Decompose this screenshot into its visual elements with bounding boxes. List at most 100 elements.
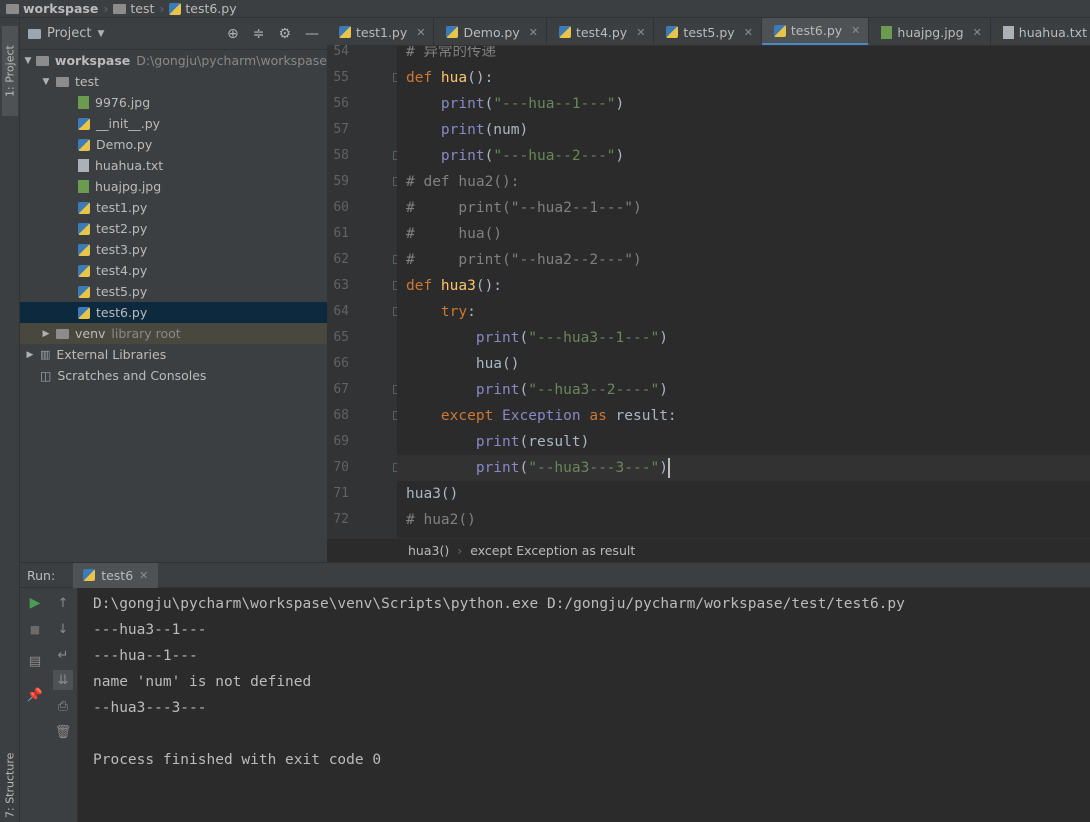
nav-crumb-workspase[interactable]: workspase [6, 1, 98, 16]
chevron-down-icon[interactable]: ▼ [40, 77, 52, 87]
code-line[interactable]: print("--hua3---3---") [397, 455, 1090, 481]
left-tool-strip: 1: Project 7: Structure [0, 18, 20, 822]
minimize-icon[interactable]: — [305, 26, 319, 42]
code-line[interactable]: # hua2() [397, 507, 476, 533]
project-panel-header: Project ▼ ⊕ ≑ ⚙ — [20, 18, 327, 50]
tree-item-external-libraries[interactable]: ▶ ▥ External Libraries [20, 344, 327, 365]
scroll-to-end-icon[interactable]: ⇊ [53, 670, 73, 690]
folder-icon [56, 328, 69, 339]
stop-icon[interactable]: ■ [25, 619, 45, 639]
breadcrumb-item[interactable]: except Exception as result [470, 543, 635, 558]
chevron-down-icon[interactable]: ▼ [97, 29, 104, 39]
python-file-icon [169, 2, 182, 15]
code-line[interactable]: hua3() [397, 481, 458, 507]
tab-test6-py[interactable]: test6.py ✕ [761, 18, 870, 45]
close-icon[interactable]: ✕ [851, 24, 860, 37]
tree-item-file[interactable]: 9976.jpg [20, 92, 327, 113]
code-line[interactable]: print("--hua3--2----") [397, 377, 668, 403]
chevron-right-icon[interactable]: ▶ [40, 329, 52, 339]
tree-item-file[interactable]: Demo.py [20, 134, 327, 155]
tab-huajpg-jpg[interactable]: huajpg.jpg ✕ [869, 18, 991, 45]
editor-gutter: 54 55 56 57 58 59 60 61 62 63 64 65 66 67 68 69 70 71 72 [327, 44, 402, 538]
line-number: 55 [333, 70, 349, 85]
tab-demo-py[interactable]: Demo.py ✕ [434, 18, 547, 45]
image-file-icon [78, 96, 89, 109]
python-file-icon [773, 24, 786, 37]
layout-icon[interactable]: ▤ [25, 651, 45, 671]
code-line[interactable]: # 异常的传递 [397, 46, 496, 65]
close-icon[interactable]: ✕ [973, 26, 982, 39]
code-line[interactable]: except Exception as result: [397, 403, 677, 429]
tree-item-scratches[interactable]: ◫ Scratches and Consoles [20, 365, 327, 386]
tree-item-file-selected[interactable]: test6.py [20, 302, 327, 323]
tab-huahua-txt[interactable]: huahua.txt✕ [991, 18, 1090, 45]
structure-tool-tab[interactable]: 7: Structure [2, 748, 18, 822]
project-tool-tab[interactable]: 1: Project [2, 26, 18, 116]
rerun-icon[interactable]: ▶ [25, 593, 45, 613]
close-icon[interactable]: ✕ [139, 569, 148, 582]
close-icon[interactable]: ✕ [529, 26, 538, 39]
tree-item-file[interactable]: test5.py [20, 281, 327, 302]
close-icon[interactable]: ✕ [416, 26, 425, 39]
code-line[interactable]: # print("--hua2--2---") [397, 247, 642, 273]
tree-item-test[interactable]: ▼ test [20, 71, 327, 92]
soft-wrap-icon[interactable]: ↵ [53, 645, 73, 665]
code-line[interactable]: print(num) [397, 117, 528, 143]
tree-item-file[interactable]: test3.py [20, 239, 327, 260]
code-line[interactable]: hua() [397, 351, 520, 377]
tab-test5-py[interactable]: test5.py ✕ [654, 18, 762, 45]
code-line[interactable]: def hua3(): [397, 273, 502, 299]
run-console[interactable]: D:\gongju\pycharm\workspase\venv\Scripts… [78, 588, 1090, 822]
code-line[interactable]: print("---hua--1---") [397, 91, 624, 117]
chevron-right-icon[interactable]: ▶ [24, 350, 36, 360]
line-number: 65 [333, 330, 349, 345]
code-editor[interactable]: # 异常的传递 def hua(): print("---hua--1---") … [397, 46, 1090, 538]
console-line: ---hua3--1--- [93, 622, 207, 638]
code-line[interactable]: # hua() [397, 221, 502, 247]
tree-item-file[interactable]: test1.py [20, 197, 327, 218]
code-line[interactable]: try: [397, 299, 476, 325]
code-line[interactable]: print("---hua3--1---") [397, 325, 668, 351]
line-number: 62 [333, 252, 349, 267]
project-panel: Project ▼ ⊕ ≑ ⚙ — ▼ workspase D:\gongju\p… [20, 18, 327, 562]
arrow-down-icon[interactable]: ↓ [53, 619, 73, 639]
code-line[interactable]: print("---hua--2---") [397, 143, 624, 169]
tree-item-venv[interactable]: ▶ venv library root [20, 323, 327, 344]
trash-icon[interactable]: 🗑 [53, 722, 73, 742]
code-line[interactable]: # print("--hua2--1---") [397, 195, 642, 221]
nav-crumb-test[interactable]: test [113, 1, 154, 16]
chevron-down-icon[interactable]: ▼ [24, 56, 32, 66]
tree-item-file[interactable]: test2.py [20, 218, 327, 239]
locate-icon[interactable]: ⊕ [227, 26, 239, 42]
code-breadcrumb: hua3() › except Exception as result [327, 538, 1090, 562]
print-icon[interactable]: ⎙ [53, 696, 73, 716]
code-line[interactable]: def hua(): [397, 65, 493, 91]
tree-item-workspase[interactable]: ▼ workspase D:\gongju\pycharm\workspase [20, 50, 327, 71]
project-panel-title[interactable]: Project [47, 26, 91, 41]
close-icon[interactable]: ✕ [744, 26, 753, 39]
tab-test4-py[interactable]: test4.py ✕ [547, 18, 655, 45]
tree-item-file[interactable]: test4.py [20, 260, 327, 281]
run-label: Run: [27, 567, 56, 583]
editor-tab-bar: test1.py ✕ Demo.py ✕ test4.py ✕ test5.py ✕ test6… [327, 18, 1090, 46]
run-tab[interactable]: test6 ✕ [73, 562, 159, 588]
close-icon[interactable]: ✕ [636, 26, 645, 39]
console-line: ---hua--1--- [93, 648, 198, 664]
code-line[interactable]: print(result) [397, 429, 590, 455]
tree-item-file[interactable]: __init__.py [20, 113, 327, 134]
chevron-right-icon: › [103, 1, 109, 16]
arrow-up-icon[interactable]: ↑ [53, 593, 73, 613]
python-file-icon [78, 243, 90, 256]
code-line[interactable]: # def hua2(): [397, 169, 520, 195]
tree-item-file[interactable]: huajpg.jpg [20, 176, 327, 197]
line-number: 67 [333, 382, 349, 397]
tree-item-file[interactable]: huahua.txt [20, 155, 327, 176]
collapse-all-icon[interactable]: ≑ [253, 26, 265, 42]
pin-icon[interactable]: 📌 [25, 685, 45, 705]
line-number: 69 [333, 434, 349, 449]
breadcrumb-item[interactable]: hua3() [408, 543, 449, 558]
folder-icon [35, 55, 49, 66]
nav-crumb-file[interactable]: test6.py [169, 1, 237, 16]
gear-icon[interactable]: ⚙ [278, 26, 291, 42]
